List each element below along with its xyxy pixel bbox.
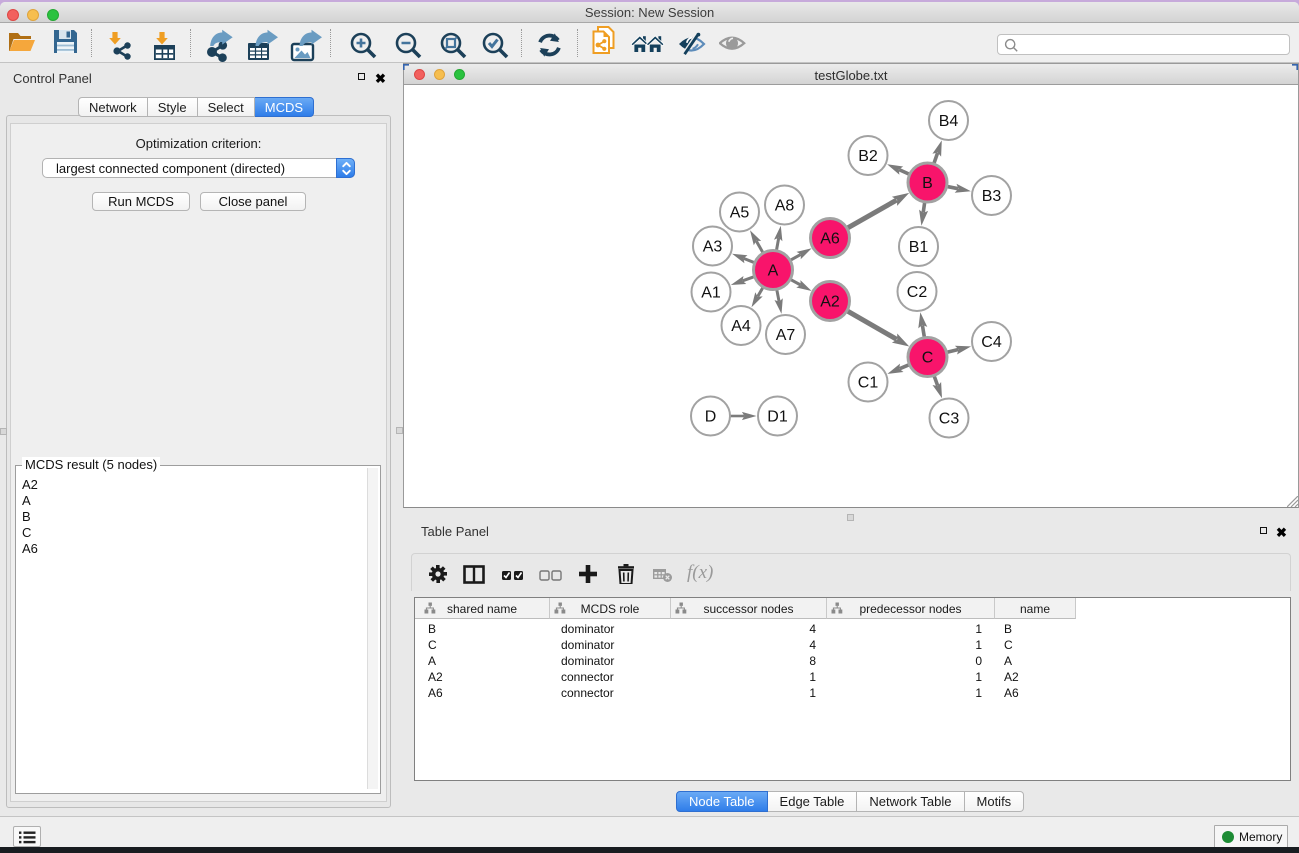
svg-text:B3: B3 bbox=[982, 188, 1002, 205]
svg-text:C3: C3 bbox=[939, 411, 960, 428]
svg-text:C: C bbox=[922, 350, 934, 367]
svg-text:A: A bbox=[768, 263, 779, 280]
svg-text:D: D bbox=[705, 409, 717, 426]
svg-text:B2: B2 bbox=[858, 148, 878, 165]
svg-text:A6: A6 bbox=[820, 231, 840, 248]
svg-text:B: B bbox=[922, 175, 933, 192]
svg-text:D1: D1 bbox=[767, 409, 788, 426]
svg-text:A4: A4 bbox=[731, 318, 751, 335]
svg-text:A5: A5 bbox=[730, 205, 750, 222]
svg-text:A8: A8 bbox=[775, 198, 795, 215]
svg-text:A1: A1 bbox=[701, 285, 721, 302]
svg-text:A7: A7 bbox=[776, 327, 796, 344]
svg-text:C2: C2 bbox=[907, 284, 928, 301]
svg-text:C4: C4 bbox=[981, 334, 1002, 351]
svg-text:A3: A3 bbox=[703, 239, 723, 256]
svg-text:B4: B4 bbox=[939, 113, 959, 130]
svg-text:A2: A2 bbox=[820, 294, 840, 311]
svg-text:B1: B1 bbox=[909, 239, 929, 256]
svg-text:C1: C1 bbox=[858, 375, 879, 392]
